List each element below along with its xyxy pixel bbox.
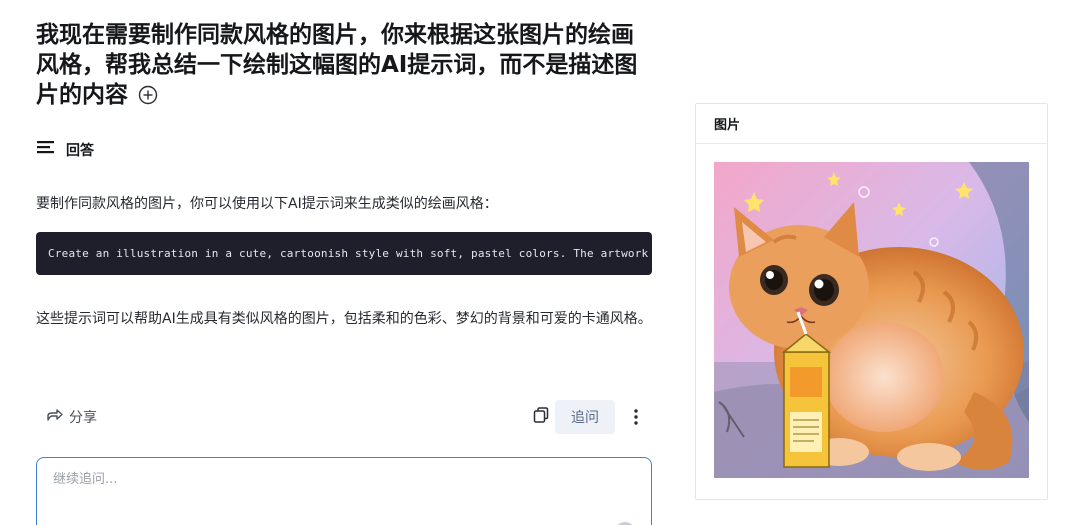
followup-placeholder: 继续追问...	[53, 472, 118, 487]
cat-illustration-drawing	[714, 162, 1029, 478]
page: 我现在需要制作同款风格的图片，你来根据这张图片的绘画风格，帮我总结一下绘制这幅图…	[0, 0, 1080, 525]
align-left-icon	[36, 140, 56, 160]
code-block[interactable]: Create an illustration in a cute, cartoo…	[36, 232, 652, 275]
question-title: 我现在需要制作同款风格的图片，你来根据这张图片的绘画风格，帮我总结一下绘制这幅图…	[36, 20, 652, 110]
code-text: Create an illustration in a cute, cartoo…	[48, 247, 649, 260]
answer-outro: 这些提示词可以帮助AI生成具有类似风格的图片，包括柔和的色彩、梦幻的背景和可爱的…	[36, 311, 652, 327]
share-label: 分享	[69, 409, 97, 426]
answer-intro: 要制作同款风格的图片，你可以使用以下AI提示词来生成类似的绘画风格：	[36, 196, 498, 212]
answer-heading-label: 回答	[66, 143, 94, 159]
more-vertical-icon[interactable]	[628, 406, 644, 428]
image-panel-title: 图片	[696, 104, 1047, 144]
share-button[interactable]: 分享	[46, 406, 97, 427]
image-panel: 图片	[695, 103, 1048, 500]
answer-heading: 回答	[36, 140, 94, 160]
plus-circle-icon[interactable]	[138, 83, 158, 105]
question-text: 我现在需要制作同款风格的图片，你来根据这张图片的绘画风格，帮我总结一下绘制这幅图…	[36, 22, 638, 108]
copy-button[interactable]	[530, 406, 552, 428]
followup-input[interactable]: 继续追问...	[36, 457, 652, 525]
share-arrow-icon	[46, 406, 63, 427]
followup-button[interactable]: 追问	[555, 400, 615, 434]
copy-icon	[532, 406, 550, 428]
action-bar: 分享 追问	[36, 400, 652, 434]
cat-illustration-image[interactable]	[714, 162, 1029, 478]
